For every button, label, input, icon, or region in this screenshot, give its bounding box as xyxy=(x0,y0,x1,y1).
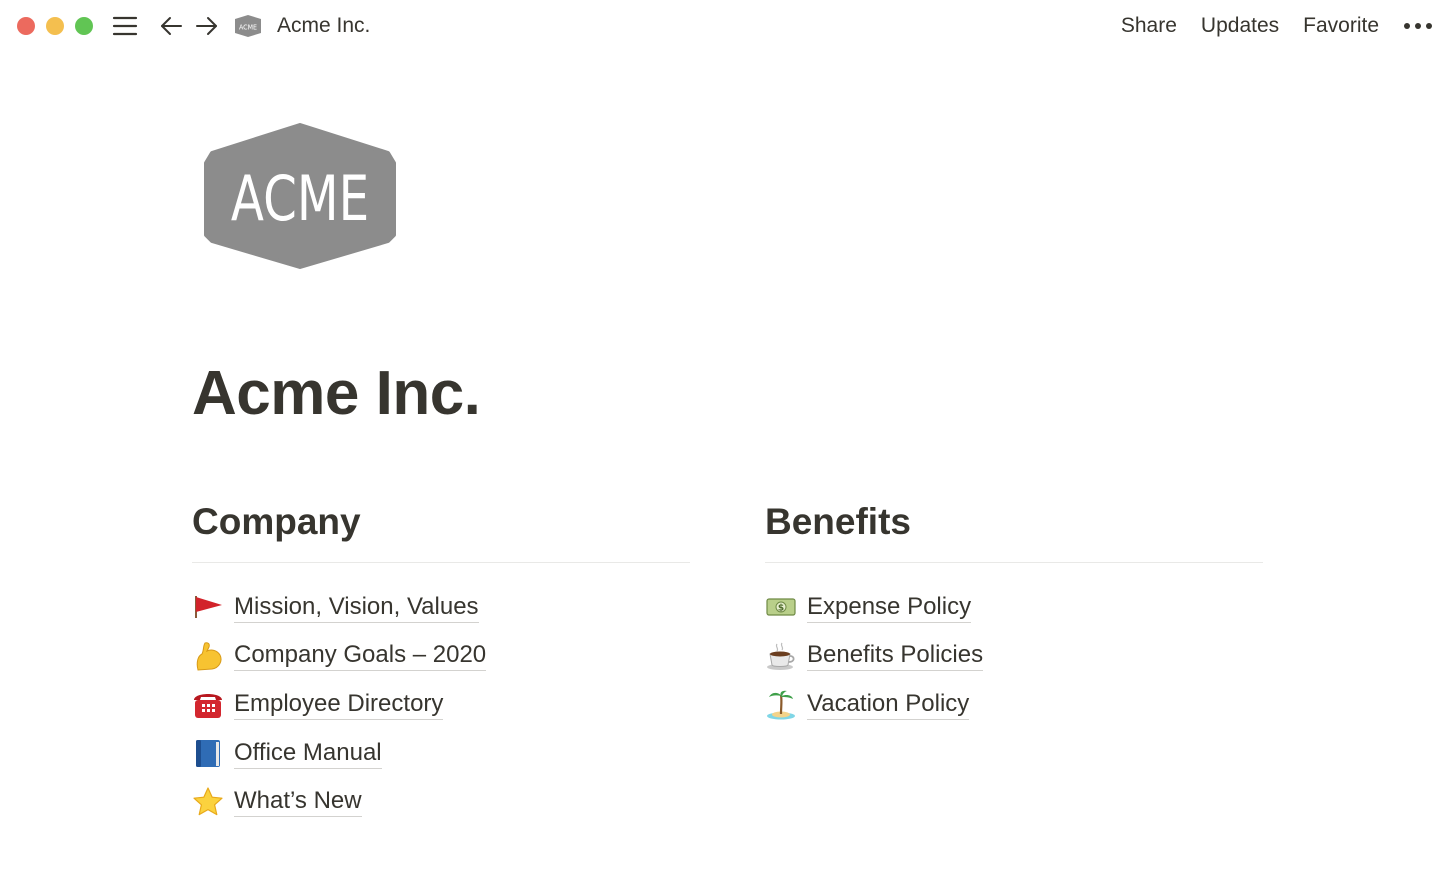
link-label: Vacation Policy xyxy=(807,689,970,720)
forward-arrow-icon[interactable] xyxy=(193,12,221,40)
favorite-button[interactable]: Favorite xyxy=(1303,14,1379,38)
company-links: Mission, Vision, Values Company Goals – … xyxy=(192,583,690,826)
benefits-section: Benefits $ Expense Policy Benefits Polic… xyxy=(765,498,1263,729)
company-divider xyxy=(192,562,690,563)
link-label: What’s New xyxy=(234,786,362,818)
link-company-goals-2020[interactable]: Company Goals – 2020 xyxy=(192,632,690,681)
close-window-button[interactable] xyxy=(17,17,35,35)
benefits-heading: Benefits xyxy=(765,501,911,542)
link-label: Mission, Vision, Values xyxy=(234,592,479,623)
svg-text:$: $ xyxy=(778,604,784,614)
dollar-banknote-icon: $ xyxy=(765,590,799,624)
link-vacation-policy[interactable]: Vacation Policy xyxy=(765,680,1263,729)
link-label: Expense Policy xyxy=(807,592,972,623)
breadcrumb[interactable]: Acme Inc. xyxy=(273,12,374,40)
link-whats-new[interactable]: What’s New xyxy=(192,777,690,826)
top-bar: ACME Acme Inc. Share Updates Favorite xyxy=(0,0,1447,52)
link-expense-policy[interactable]: $ Expense Policy xyxy=(765,583,1263,632)
top-actions: Share Updates Favorite xyxy=(1121,0,1433,52)
link-mission-vision-values[interactable]: Mission, Vision, Values xyxy=(192,583,690,632)
desert-island-icon xyxy=(765,687,799,721)
benefits-links: $ Expense Policy Benefits Policies Vacat… xyxy=(765,583,1263,729)
more-options-icon[interactable] xyxy=(1403,16,1433,36)
updates-button[interactable]: Updates xyxy=(1201,14,1279,38)
link-benefits-policies[interactable]: Benefits Policies xyxy=(765,632,1263,681)
blue-book-icon xyxy=(192,736,226,770)
link-label: Company Goals – 2020 xyxy=(234,640,487,672)
company-section: Company Mission, Vision, Values Company … xyxy=(192,498,690,826)
link-employee-directory[interactable]: Employee Directory xyxy=(192,680,690,729)
zoom-window-button[interactable] xyxy=(75,17,93,35)
acme-logo-text: ACME xyxy=(231,163,369,235)
minimize-window-button[interactable] xyxy=(46,17,64,35)
hot-beverage-icon xyxy=(765,639,799,673)
benefits-divider xyxy=(765,562,1263,563)
hamburger-menu-icon[interactable] xyxy=(111,12,139,40)
red-flag-icon xyxy=(192,590,226,624)
acme-logo-small-text: ACME xyxy=(239,24,257,32)
flexed-biceps-icon xyxy=(192,639,226,673)
share-button[interactable]: Share xyxy=(1121,14,1177,38)
company-heading: Company xyxy=(192,501,361,542)
window-controls xyxy=(17,17,93,35)
star-icon xyxy=(192,785,226,819)
page-icon[interactable]: ACME xyxy=(204,123,396,269)
link-label: Benefits Policies xyxy=(807,640,984,672)
link-label: Office Manual xyxy=(234,738,382,769)
telephone-icon xyxy=(192,687,226,721)
page-title[interactable]: Acme Inc. xyxy=(192,358,481,429)
link-label: Employee Directory xyxy=(234,689,444,720)
link-office-manual[interactable]: Office Manual xyxy=(192,729,690,778)
acme-logo-icon: ACME xyxy=(233,13,263,39)
back-arrow-icon[interactable] xyxy=(157,12,185,40)
